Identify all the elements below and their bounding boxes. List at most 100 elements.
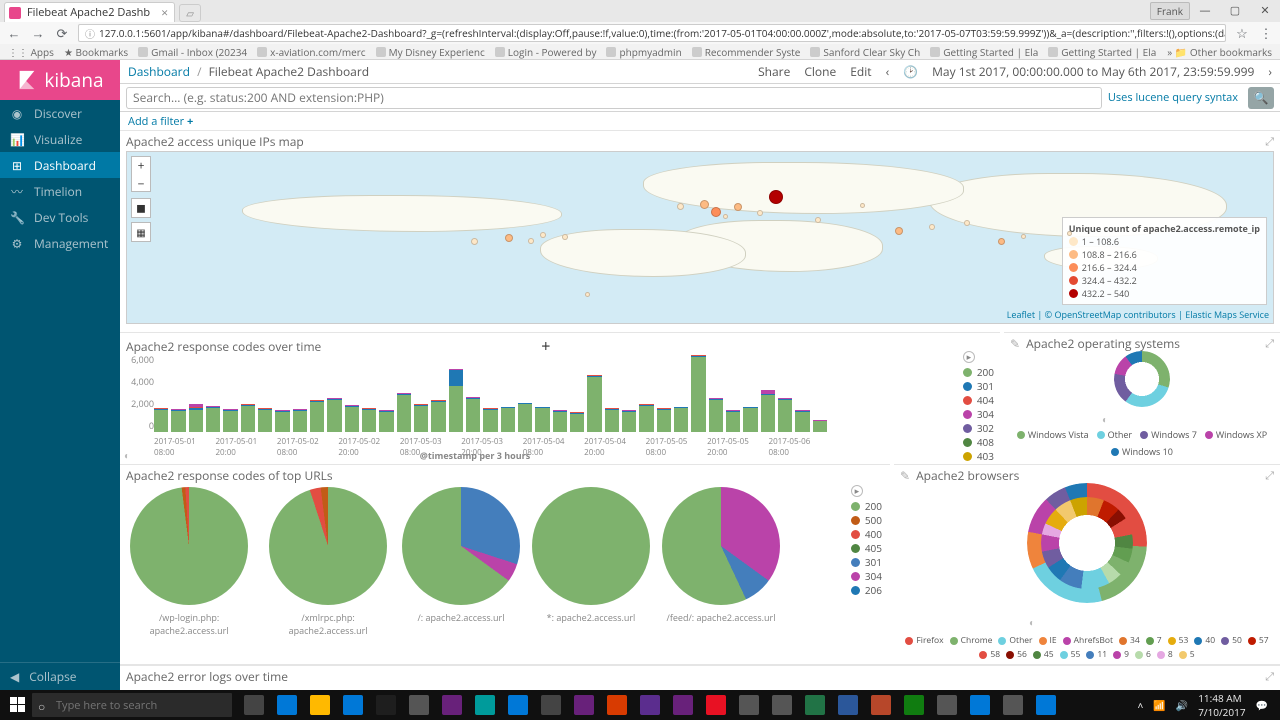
browser-chrome: Filebeat Apache2 Dashb × ▱ Frank — ▢ ✕ ←… (0, 0, 1280, 60)
taskbar-app-18[interactable] (832, 691, 864, 719)
map-zoom[interactable]: +− (131, 156, 151, 192)
taskbar-app-24[interactable] (1030, 691, 1062, 719)
bookmark-item[interactable]: Getting Started | Ela (930, 45, 1038, 59)
sidebar-item-timelion[interactable]: 〰 Timelion (0, 178, 120, 204)
taskbar-app-2[interactable] (304, 691, 336, 719)
edit-link[interactable]: Edit (850, 63, 871, 80)
taskbar-app-20[interactable] (898, 691, 930, 719)
bookmark-item[interactable]: My Disney Experienc (376, 45, 485, 59)
taskbar-app-21[interactable] (931, 691, 963, 719)
legend-collapse-icon[interactable]: ◐ (1102, 412, 1108, 426)
taskbar-app-11[interactable] (601, 691, 633, 719)
taskbar-app-14[interactable] (700, 691, 732, 719)
pie-chart[interactable]: /: apache2.access.url (402, 487, 520, 624)
bookmark-item[interactable]: Sanford Clear Sky Ch (810, 45, 920, 59)
taskbar-app-1[interactable] (271, 691, 303, 719)
tray-volume-icon[interactable]: 🔊 (1176, 698, 1188, 712)
gear-icon: ⚙ (10, 235, 24, 252)
bookmark-item[interactable]: Gmail - Inbox (20234 (138, 45, 247, 59)
taskbar-app-16[interactable] (766, 691, 798, 719)
taskbar-app-15[interactable] (733, 691, 765, 719)
system-tray[interactable]: ˄ 📶 🔊 11:48 AM7/10/2017 💬 (1137, 691, 1276, 719)
pie-chart[interactable]: *: apache2.access.url (532, 487, 650, 624)
panel-expand-icon[interactable]: ⤢ (1265, 669, 1274, 684)
close-button[interactable]: ✕ (1250, 0, 1280, 20)
panel-expand-icon[interactable]: ⤢ (1265, 134, 1274, 149)
tray-notifications-icon[interactable]: 💬 (1256, 698, 1268, 712)
bookmark-item[interactable]: Getting Started | Ela (1048, 45, 1156, 59)
bookmark-item[interactable]: Login - Powered by (495, 45, 597, 59)
taskbar-app-3[interactable] (337, 691, 369, 719)
taskbar-app-9[interactable] (535, 691, 567, 719)
new-tab-button[interactable]: ▱ (179, 4, 201, 22)
taskbar-app-6[interactable] (436, 691, 468, 719)
map-box-button[interactable]: ▦ (131, 222, 151, 242)
sidebar-item-dev-tools[interactable]: 🔧 Dev Tools (0, 204, 120, 230)
maximize-button[interactable]: ▢ (1220, 0, 1250, 20)
panel-edit-icon[interactable]: ✎ (1010, 335, 1020, 352)
reload-button[interactable]: ⟳ (54, 24, 70, 42)
forward-button[interactable]: → (30, 24, 46, 42)
url-legend: ▸200500400405301304206 (851, 485, 882, 597)
tab-close-icon[interactable]: × (161, 4, 168, 21)
kibana-logo[interactable]: kibana (0, 60, 120, 100)
map-fit-button[interactable]: ◼ (131, 198, 151, 218)
lucene-hint[interactable]: Uses lucene query syntax (1108, 90, 1238, 105)
browser-tab[interactable]: Filebeat Apache2 Dashb × (4, 2, 175, 22)
star-button[interactable]: ☆ (1234, 24, 1250, 42)
taskbar-app-19[interactable] (865, 691, 897, 719)
bookmark-item[interactable]: Recommender Syste (692, 45, 801, 59)
tray-up-icon[interactable]: ˄ (1137, 698, 1143, 712)
search-submit-button[interactable]: 🔍 (1248, 87, 1274, 109)
sidebar-item-discover[interactable]: ◉ Discover (0, 100, 120, 126)
bookmark-item[interactable]: phpmyadmin (606, 45, 681, 59)
taskbar-app-23[interactable] (997, 691, 1029, 719)
taskbar-app-7[interactable] (469, 691, 501, 719)
taskbar-app-4[interactable] (370, 691, 402, 719)
taskbar-app-17[interactable] (799, 691, 831, 719)
sidebar-collapse[interactable]: ◀ Collapse (0, 662, 120, 690)
tray-wifi-icon[interactable]: 📶 (1153, 698, 1165, 712)
minimize-button[interactable]: — (1190, 0, 1220, 20)
panel-expand-icon[interactable]: ⤢ (1265, 468, 1274, 483)
os-donut-chart[interactable] (1114, 351, 1170, 407)
url-field[interactable]: ⓘ 127.0.0.1:5601/app/kibana#/dashboard/F… (78, 24, 1226, 42)
legend-collapse-icon[interactable]: ◐ (1029, 615, 1035, 629)
taskbar-app-22[interactable] (964, 691, 996, 719)
panel-collapse-icon[interactable]: ◐ (124, 448, 130, 462)
clone-link[interactable]: Clone (804, 63, 836, 80)
other-bookmarks[interactable]: » 📁 Other bookmarks (1167, 45, 1272, 59)
sidebar-item-visualize[interactable]: 📊 Visualize (0, 126, 120, 152)
taskbar-search[interactable] (32, 693, 232, 717)
bar-chart[interactable] (154, 353, 830, 432)
pie-chart[interactable]: /feed/: apache2.access.url (662, 487, 780, 624)
taskbar-app-13[interactable] (667, 691, 699, 719)
pie-chart[interactable]: /wp-login.php: apache2.access.url (124, 487, 254, 637)
start-button[interactable] (4, 691, 32, 719)
time-next-icon[interactable]: › (1268, 63, 1272, 80)
browsers-donut-chart[interactable] (1027, 483, 1147, 603)
menu-button[interactable]: ⋮ (1258, 24, 1274, 42)
browser-profile[interactable]: Frank (1150, 2, 1190, 20)
back-button[interactable]: ← (6, 24, 22, 42)
taskbar-app-12[interactable] (634, 691, 666, 719)
panel-expand-icon[interactable]: ⤢ (1265, 336, 1274, 351)
time-range[interactable]: May 1st 2017, 00:00:00.000 to May 6th 20… (932, 63, 1254, 80)
time-prev-icon[interactable]: ‹ (886, 63, 890, 80)
search-input[interactable] (126, 87, 1102, 109)
sidebar-item-management[interactable]: ⚙ Management (0, 230, 120, 256)
bookmark-item[interactable]: x-aviation.com/merc (257, 45, 365, 59)
share-link[interactable]: Share (758, 63, 790, 80)
taskbar-app-0[interactable] (238, 691, 270, 719)
map-canvas[interactable]: +− ◼ ▦ Unique count of apache2.access.re… (126, 151, 1274, 324)
taskbar-app-5[interactable] (403, 691, 435, 719)
crumb-root[interactable]: Dashboard (128, 63, 190, 80)
taskbar-app-8[interactable] (502, 691, 534, 719)
sidebar-item-dashboard[interactable]: ⊞ Dashboard (0, 152, 120, 178)
panel-edit-icon[interactable]: ✎ (900, 467, 910, 484)
apps-button[interactable]: ⋮⋮ Apps (8, 45, 54, 59)
windows-taskbar: ○ ˄ 📶 🔊 11:48 AM7/10/2017 💬 (0, 690, 1280, 720)
taskbar-app-10[interactable] (568, 691, 600, 719)
add-filter-link[interactable]: Add a filter + (128, 114, 193, 129)
pie-chart[interactable]: /xmlrpc.php: apache2.access.url (266, 487, 390, 637)
